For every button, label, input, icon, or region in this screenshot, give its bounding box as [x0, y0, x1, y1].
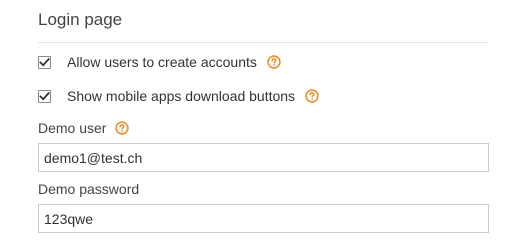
show-mobile-apps-label[interactable]: Show mobile apps download buttons [67, 88, 295, 104]
option-show-mobile-apps[interactable]: Show mobile apps download buttons [38, 86, 319, 106]
checkmark-icon [39, 91, 50, 101]
section-divider [38, 42, 489, 43]
demo-password-input[interactable] [38, 204, 489, 233]
demo-user-label: Demo user [38, 120, 107, 136]
checkmark-icon [39, 57, 50, 67]
section-title: Login page [38, 10, 123, 29]
option-allow-create-accounts[interactable]: Allow users to create accounts [38, 52, 281, 72]
allow-create-accounts-label[interactable]: Allow users to create accounts [67, 54, 257, 70]
demo-user-label-row: Demo user [38, 119, 130, 137]
question-circle-icon[interactable] [305, 89, 319, 103]
question-circle-icon[interactable] [115, 121, 130, 135]
demo-user-input[interactable] [38, 143, 489, 172]
allow-create-accounts-checkbox[interactable] [38, 55, 51, 69]
show-mobile-apps-checkbox[interactable] [38, 89, 51, 103]
demo-password-label: Demo password [38, 181, 140, 197]
question-circle-icon[interactable] [267, 55, 281, 69]
demo-password-label-row: Demo password [38, 180, 139, 198]
